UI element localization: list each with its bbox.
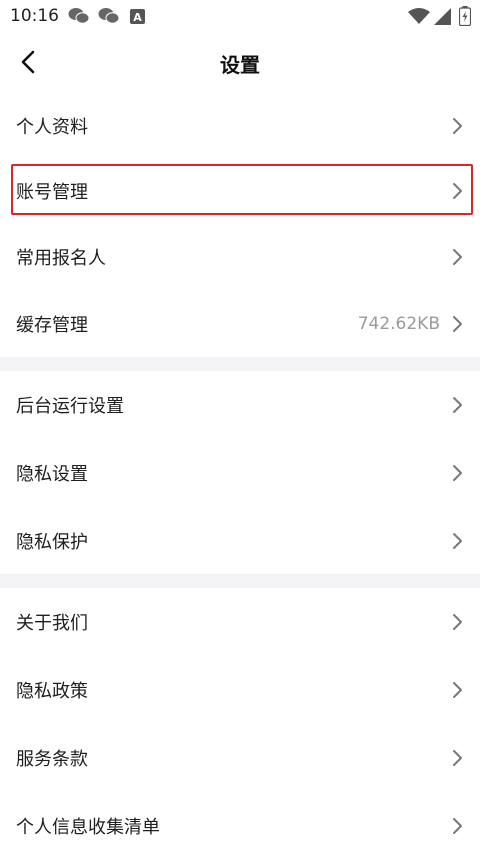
settings-item-privacy-policy[interactable]: 隐私政策 [0,656,480,723]
settings-item-label: 后台运行设置 [16,395,124,417]
settings-item-account-management[interactable]: 账号管理 [0,157,480,224]
page-title: 设置 [220,53,260,77]
settings-item-privacy-protection[interactable]: 隐私保护 [0,507,480,574]
chevron-right-icon [453,464,462,481]
chevron-right-icon [453,532,462,549]
chevron-right-icon [453,396,462,413]
svg-text:A: A [133,11,142,24]
settings-item-personal-info-list[interactable]: 个人信息收集清单 [0,792,480,855]
status-bar: 10:16 A [0,0,480,34]
settings-item-label: 账号管理 [16,181,88,203]
settings-item-about-us[interactable]: 关于我们 [0,588,480,655]
wechat-icon [68,8,90,24]
settings-item-label: 隐私设置 [16,463,88,485]
battery-icon [459,6,471,26]
chevron-right-icon [453,248,462,265]
chevron-right-icon [453,681,462,698]
wechat-icon [98,8,120,24]
section-divider [0,574,480,588]
settings-item-label: 个人信息收集清单 [16,816,160,838]
settings-item-cache-management[interactable]: 缓存管理 742.62KB [0,290,480,357]
chevron-right-icon [453,749,462,766]
wifi-icon [408,8,430,24]
chevron-right-icon [453,315,462,332]
settings-item-label: 隐私保护 [16,531,88,553]
settings-item-frequent-registrants[interactable]: 常用报名人 [0,223,480,290]
settings-item-background-run[interactable]: 后台运行设置 [0,371,480,438]
settings-item-label: 关于我们 [16,612,88,634]
signal-icon [434,8,451,25]
status-time: 10:16 [10,6,59,26]
cache-size-value: 742.62KB [357,313,440,334]
chevron-right-icon [453,817,462,834]
settings-item-label: 个人资料 [16,116,88,138]
settings-item-profile[interactable]: 个人资料 [0,92,480,159]
font-a-icon: A [130,9,145,24]
chevron-right-icon [453,613,462,630]
chevron-right-icon [453,117,462,134]
nav-bar: 设置 [0,34,480,90]
settings-item-terms-of-service[interactable]: 服务条款 [0,724,480,791]
settings-item-privacy-settings[interactable]: 隐私设置 [0,439,480,506]
settings-item-label: 缓存管理 [16,314,88,336]
settings-item-label: 隐私政策 [16,680,88,702]
settings-item-label: 服务条款 [16,748,88,770]
section-divider [0,357,480,371]
settings-item-label: 常用报名人 [16,247,106,269]
chevron-right-icon [453,182,462,199]
